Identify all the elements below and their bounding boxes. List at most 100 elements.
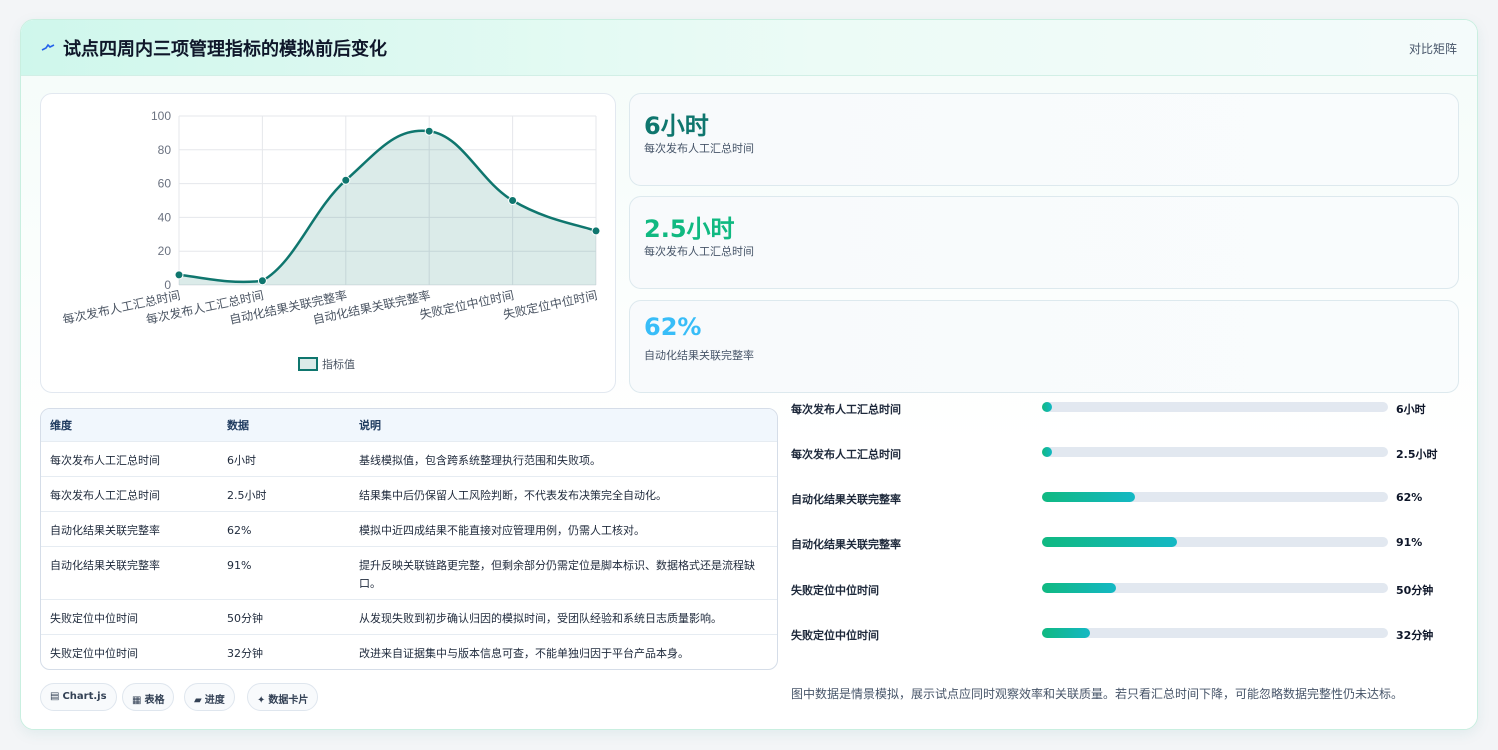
table-header-data: 数据 [227,419,249,432]
table-row: 每次发布人工汇总时间 6小时 基线模拟值，包含跨系统整理执行范围和失败项。 [41,442,777,477]
legend-label: 指标值 [322,357,355,371]
data-point [174,270,184,280]
progress-label: 自动化结果关联完整率 [791,493,901,506]
x-tick-label: 失败定位中位时间 [418,287,515,322]
table-cell-data: 2.5小时 [227,489,267,502]
legend-swatch [298,357,318,371]
progress-track [1042,447,1388,457]
footnote: 图中数据是情景模拟，展示试点应同时观察效率和关联质量。若只看汇总时间下降，可能忽… [791,687,1404,701]
data-point [341,175,351,185]
y-tick-label: 20 [158,244,172,258]
table-cell-description: 基线模拟值，包含跨系统整理执行范围和失败项。 [359,454,601,467]
stat-value: 2.5小时 [644,215,735,243]
data-point [424,126,434,136]
data-table: 维度 数据 说明 每次发布人工汇总时间 6小时 基线模拟值，包含跨系统整理执行范… [40,408,778,670]
line-chart: 020406080100每次发布人工汇总时间每次发布人工汇总时间自动化结果关联完… [61,109,601,371]
progress-row: 自动化结果关联完整率 62% [791,488,1471,508]
tag-table[interactable]: ▦ 表格 [122,683,175,711]
progress-track [1042,628,1388,638]
progress-fill [1042,492,1136,502]
table-cell-data: 62% [227,524,252,537]
table-row: 自动化结果关联完整率 91% 提升反映关联链路更完整，但剩余部分仍需定位是脚本标… [41,547,777,600]
stat-value: 62% [644,313,702,341]
progress-fill [1042,583,1117,593]
page-title: 试点四周内三项管理指标的模拟前后变化 [63,39,387,60]
progress-track [1042,402,1388,412]
pulse-icon [41,43,55,51]
stat-label: 自动化结果关联完整率 [644,349,754,362]
progress-value: 62% [1396,491,1423,504]
data-point [591,226,601,236]
stat-label: 每次发布人工汇总时间 [644,142,754,155]
progress-fill [1042,402,1052,412]
progress-row: 自动化结果关联完整率 91% [791,533,1471,553]
progress-label: 失败定位中位时间 [791,629,879,642]
progress-row: 失败定位中位时间 50分钟 [791,579,1471,599]
table-row: 失败定位中位时间 50分钟 从发现失败到初步确认归因的模拟时间，受团队经验和系统… [41,600,777,635]
progress-row: 每次发布人工汇总时间 2.5小时 [791,443,1471,463]
table-cell-description: 改进来自证据集中与版本信息可查，不能单独归因于平台产品本身。 [359,647,689,660]
progress-fill [1042,537,1177,547]
tag-label: 表格 [144,695,165,706]
table-cell-data: 50分钟 [227,612,263,625]
series-area [179,130,596,285]
table-header-row: 维度 数据 说明 [41,409,777,442]
progress-value: 2.5小时 [1396,448,1438,461]
stat-label: 每次发布人工汇总时间 [644,245,754,258]
progress-row: 失败定位中位时间 32分钟 [791,624,1471,644]
progress-track [1042,537,1388,547]
progress-value: 32分钟 [1396,629,1434,642]
data-point [508,196,518,205]
x-tick-label: 失败定位中位时间 [502,287,599,322]
table-row: 失败定位中位时间 32分钟 改进来自证据集中与版本信息可查，不能单独归因于平台产… [41,635,777,669]
table-cell-description: 从发现失败到初步确认归因的模拟时间，受团队经验和系统日志质量影响。 [359,612,722,625]
chart-icon: ▤ [50,691,60,702]
tag-progress[interactable]: ▰ 进度 [184,683,235,711]
table-cell-dimension: 每次发布人工汇总时间 [50,489,160,502]
table-cell-description: 提升反映关联链路更完整，但剩余部分仍需定位是脚本标识、数据格式还是流程缺口。 [359,559,755,590]
table-cell-data: 32分钟 [227,647,263,660]
table-cell-dimension: 失败定位中位时间 [50,612,138,625]
line-chart-panel: 0 20 40 60 80 100 每次发布人工汇总时间 每次发布人工汇总时间 自动化结果关联完… [40,93,616,393]
table-cell-dimension: 失败定位中位时间 [50,647,138,660]
progress-label: 失败定位中位时间 [791,584,879,597]
tag-label: 数据卡片 [268,695,309,706]
progress-label: 自动化结果关联完整率 [791,538,901,551]
progress-value: 6小时 [1396,403,1426,416]
table-cell-data: 91% [227,559,252,572]
progress-track [1042,492,1388,502]
progress-row: 每次发布人工汇总时间 6小时 [791,398,1471,418]
progress-label: 每次发布人工汇总时间 [791,403,901,416]
progress-label: 每次发布人工汇总时间 [791,448,901,461]
tag-chartjs[interactable]: ▤ Chart.js [40,683,117,711]
progress-value: 50分钟 [1396,584,1434,597]
progress-fill [1042,628,1090,638]
progress-track [1042,583,1388,593]
stat-card-baseline-time: 6小时 每次发布人工汇总时间 [629,93,1459,186]
sparkle-icon: ✦ [257,695,266,706]
table-row: 自动化结果关联完整率 62% 模拟中近四成结果不能直接对应管理用例，仍需人工核对… [41,512,777,547]
compare-matrix-link[interactable]: 对比矩阵 [1409,40,1457,57]
table-row: 每次发布人工汇总时间 2.5小时 结果集中后仍保留人工风险判断，不代表发布决策完… [41,477,777,512]
progress-fill [1042,447,1052,457]
report-card: 试点四周内三项管理指标的模拟前后变化 对比矩阵 0 20 40 60 80 100 每次发布… [20,19,1478,730]
table-cell-data: 6小时 [227,454,256,467]
tag-label: Chart.js [62,691,107,702]
table-cell-description: 结果集中后仍保留人工风险判断，不代表发布决策完全自动化。 [359,489,667,502]
card-header: 试点四周内三项管理指标的模拟前后变化 对比矩阵 [21,20,1477,76]
progress-value: 91% [1396,536,1423,549]
y-tick-label: 40 [158,210,172,224]
table-cell-dimension: 每次发布人工汇总时间 [50,454,160,467]
stat-card-link-rate: 62% 自动化结果关联完整率 [629,300,1459,393]
table-header-description: 说明 [359,419,381,432]
stat-value: 6小时 [644,112,709,140]
table-cell-dimension: 自动化结果关联完整率 [50,559,160,572]
tag-label: 进度 [204,695,225,706]
progress-icon: ▰ [194,695,202,706]
tag-data-card[interactable]: ✦ 数据卡片 [247,683,319,711]
table-header-dimension: 维度 [50,419,72,432]
y-tick-label: 100 [151,109,171,123]
table-icon: ▦ [132,695,142,706]
y-tick-label: 60 [158,177,172,191]
y-tick-label: 80 [158,143,172,157]
